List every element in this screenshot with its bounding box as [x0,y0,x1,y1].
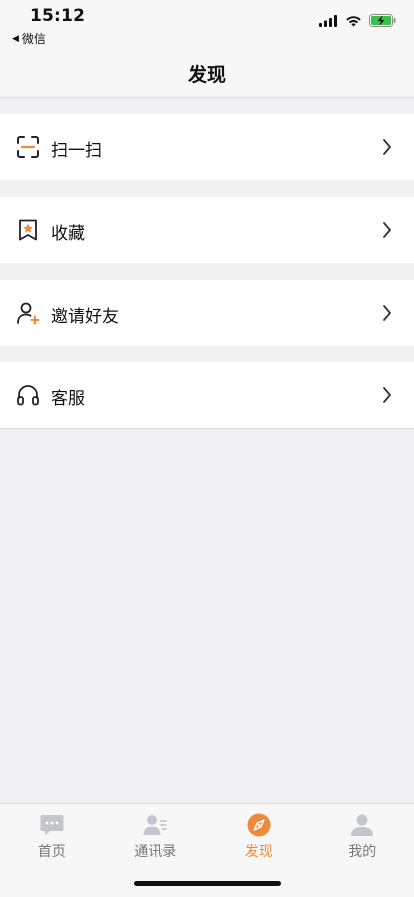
tab-label: 通讯录 [104,841,208,861]
status-time: 15:12 [30,6,85,26]
home-indicator[interactable] [134,881,281,886]
signal-icon [319,15,338,27]
nav-bar: 发现 [0,52,414,98]
chevron-right-icon [382,386,392,404]
menu-item-invite-friends[interactable]: 邀请好友 [0,280,414,346]
bookmark-star-icon [16,218,40,242]
menu-item-customer-service[interactable]: 客服 [0,362,414,429]
tab-label: 首页 [0,841,104,861]
tab-discover[interactable]: 发现 [207,804,311,864]
menu-item-label: 收藏 [51,219,85,244]
chevron-right-icon [382,304,392,322]
back-to-app-link[interactable]: ◀ 微信 [12,30,46,47]
status-icons [319,14,396,27]
tab-contacts[interactable]: 通讯录 [104,804,208,864]
scan-icon [16,135,40,159]
chevron-right-icon [382,138,392,156]
add-friend-icon [16,301,40,325]
tab-me[interactable]: 我的 [311,804,414,864]
tab-home[interactable]: 首页 [0,804,104,864]
menu-item-label: 客服 [51,384,85,409]
contacts-icon [142,812,168,838]
back-triangle-icon: ◀ [12,34,19,44]
compass-icon [246,812,272,838]
back-app-label: 微信 [22,30,46,47]
menu-item-label: 扫一扫 [51,136,102,161]
page-title: 发现 [0,60,414,87]
chevron-right-icon [382,221,392,239]
battery-charging-icon [369,14,396,27]
status-bar: 15:12 ◀ 微信 [0,0,414,52]
tab-label: 我的 [311,841,414,861]
menu-item-label: 邀请好友 [51,302,119,327]
menu-item-scan[interactable]: 扫一扫 [0,114,414,180]
tab-label: 发现 [207,841,311,861]
menu-item-favorites[interactable]: 收藏 [0,197,414,263]
headset-icon [16,383,40,407]
chat-bubble-icon [39,812,65,838]
wifi-icon [345,15,362,27]
person-icon [349,812,375,838]
